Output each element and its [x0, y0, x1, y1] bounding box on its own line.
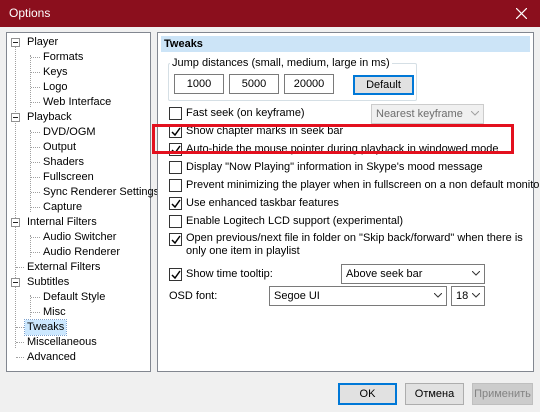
checkmark-icon	[171, 235, 181, 245]
tree-item-internal-filters[interactable]: Internal Filters	[25, 215, 99, 230]
tree-connector	[31, 147, 40, 148]
tree-connector	[31, 252, 40, 253]
logitech-lcd-checkbox[interactable]	[169, 215, 182, 228]
tree-item-advanced[interactable]: Advanced	[25, 350, 78, 365]
close-button[interactable]	[502, 0, 540, 27]
tree-connector	[31, 297, 40, 298]
ok-button[interactable]: OK	[338, 383, 397, 405]
tree-item-shaders[interactable]: Shaders	[41, 155, 86, 170]
enhanced-taskbar-label: Use enhanced taskbar features	[186, 197, 339, 209]
time-tooltip-select[interactable]: Above seek bar	[341, 264, 485, 284]
tree-connector	[31, 192, 40, 193]
chevron-down-icon	[472, 271, 480, 276]
tweaks-panel: Tweaks Jump distances (small, medium, la…	[157, 32, 540, 372]
window-title: Options	[9, 6, 51, 20]
fast-seek-mode-select[interactable]: Nearest keyframe	[371, 104, 484, 124]
panel-title: Tweaks	[161, 36, 530, 52]
chevron-down-icon	[471, 111, 479, 116]
tree-item-fullscreen[interactable]: Fullscreen	[41, 170, 96, 185]
tree-connector	[30, 235, 31, 257]
highlight-annotation-box	[152, 124, 514, 154]
tree-connector	[30, 55, 31, 107]
tree-connector	[15, 43, 16, 348]
tree-item-playback[interactable]: Playback	[25, 110, 74, 125]
tree-item-capture[interactable]: Capture	[41, 200, 84, 215]
time-tooltip-checkbox[interactable]	[169, 268, 182, 281]
tree-connector	[16, 267, 24, 268]
tree-item-audio-switcher[interactable]: Audio Switcher	[41, 230, 118, 245]
tree-connector	[16, 327, 24, 328]
tree-item-output[interactable]: Output	[41, 140, 78, 155]
options-tree[interactable]: Player Formats Keys Logo Web Interface P…	[6, 32, 159, 372]
apply-button[interactable]: Применить	[472, 383, 533, 405]
tree-connector	[31, 102, 40, 103]
skype-now-playing-label: Display "Now Playing" information in Sky…	[186, 161, 483, 173]
tree-item-logo[interactable]: Logo	[41, 80, 69, 95]
checkmark-icon	[171, 270, 181, 280]
fast-seek-checkbox[interactable]	[169, 107, 182, 120]
tree-connector	[31, 132, 40, 133]
jump-medium-input[interactable]: 5000	[229, 74, 279, 94]
chevron-down-icon	[434, 293, 442, 298]
tree-item-miscellaneous[interactable]: Miscellaneous	[25, 335, 99, 350]
collapse-subtitles-icon[interactable]	[11, 278, 20, 287]
default-button[interactable]: Default	[353, 75, 414, 95]
tree-connector	[16, 342, 24, 343]
jump-small-input[interactable]: 1000	[174, 74, 224, 94]
tree-item-audio-renderer[interactable]: Audio Renderer	[41, 245, 122, 260]
chevron-down-icon	[472, 293, 480, 298]
time-tooltip-label: Show time tooltip:	[186, 268, 273, 280]
prevent-minimizing-label: Prevent minimizing the player when in fu…	[186, 179, 540, 191]
enhanced-taskbar-checkbox[interactable]	[169, 197, 182, 210]
jump-distances-label: Jump distances (small, medium, large in …	[170, 57, 392, 69]
tree-item-web-interface[interactable]: Web Interface	[41, 95, 113, 110]
time-tooltip-value: Above seek bar	[346, 268, 423, 280]
tree-connector	[16, 357, 24, 358]
tree-connector	[31, 207, 40, 208]
tree-item-external-filters[interactable]: External Filters	[25, 260, 102, 275]
fast-seek-label: Fast seek (on keyframe)	[186, 107, 305, 119]
tree-connector	[31, 87, 40, 88]
osd-font-select[interactable]: Segoe UI	[269, 286, 447, 306]
tree-connector	[31, 57, 40, 58]
osd-size-value: 18	[456, 290, 469, 302]
fast-seek-mode-value: Nearest keyframe	[376, 108, 463, 120]
osd-font-value: Segoe UI	[274, 290, 320, 302]
skype-now-playing-checkbox[interactable]	[169, 161, 182, 174]
tree-item-player[interactable]: Player	[25, 35, 60, 50]
tree-connector	[30, 295, 31, 317]
tree-item-tweaks[interactable]: Tweaks	[23, 319, 68, 336]
collapse-internal-filters-icon[interactable]	[11, 218, 20, 227]
skip-folder-label: Open previous/next file in folder on "Sk…	[186, 232, 523, 257]
tree-connector	[31, 72, 40, 73]
collapse-playback-icon[interactable]	[11, 113, 20, 122]
tree-connector	[31, 237, 40, 238]
tree-connector	[31, 177, 40, 178]
tree-connector	[31, 312, 40, 313]
tree-item-formats[interactable]: Formats	[41, 50, 85, 65]
tree-item-default-style[interactable]: Default Style	[41, 290, 107, 305]
checkmark-icon	[171, 199, 181, 209]
tree-item-keys[interactable]: Keys	[41, 65, 69, 80]
prevent-minimizing-checkbox[interactable]	[169, 179, 182, 192]
skip-folder-checkbox[interactable]	[169, 233, 182, 246]
jump-large-input[interactable]: 20000	[284, 74, 334, 94]
tree-connector	[31, 162, 40, 163]
tree-item-sync-renderer[interactable]: Sync Renderer Settings	[41, 185, 161, 200]
close-icon	[516, 8, 527, 19]
dialog-client: Player Formats Keys Logo Web Interface P…	[0, 27, 540, 412]
title-bar: Options	[0, 0, 540, 27]
tree-connector	[30, 130, 31, 212]
tree-item-dvd-ogm[interactable]: DVD/OGM	[41, 125, 98, 140]
collapse-player-icon[interactable]	[11, 38, 20, 47]
tree-item-misc[interactable]: Misc	[41, 305, 68, 320]
osd-font-label: OSD font:	[169, 290, 218, 302]
cancel-button[interactable]: Отмена	[405, 383, 464, 405]
osd-size-select[interactable]: 18	[451, 286, 485, 306]
tree-item-subtitles[interactable]: Subtitles	[25, 275, 71, 290]
logitech-lcd-label: Enable Logitech LCD support (experimenta…	[186, 215, 404, 227]
